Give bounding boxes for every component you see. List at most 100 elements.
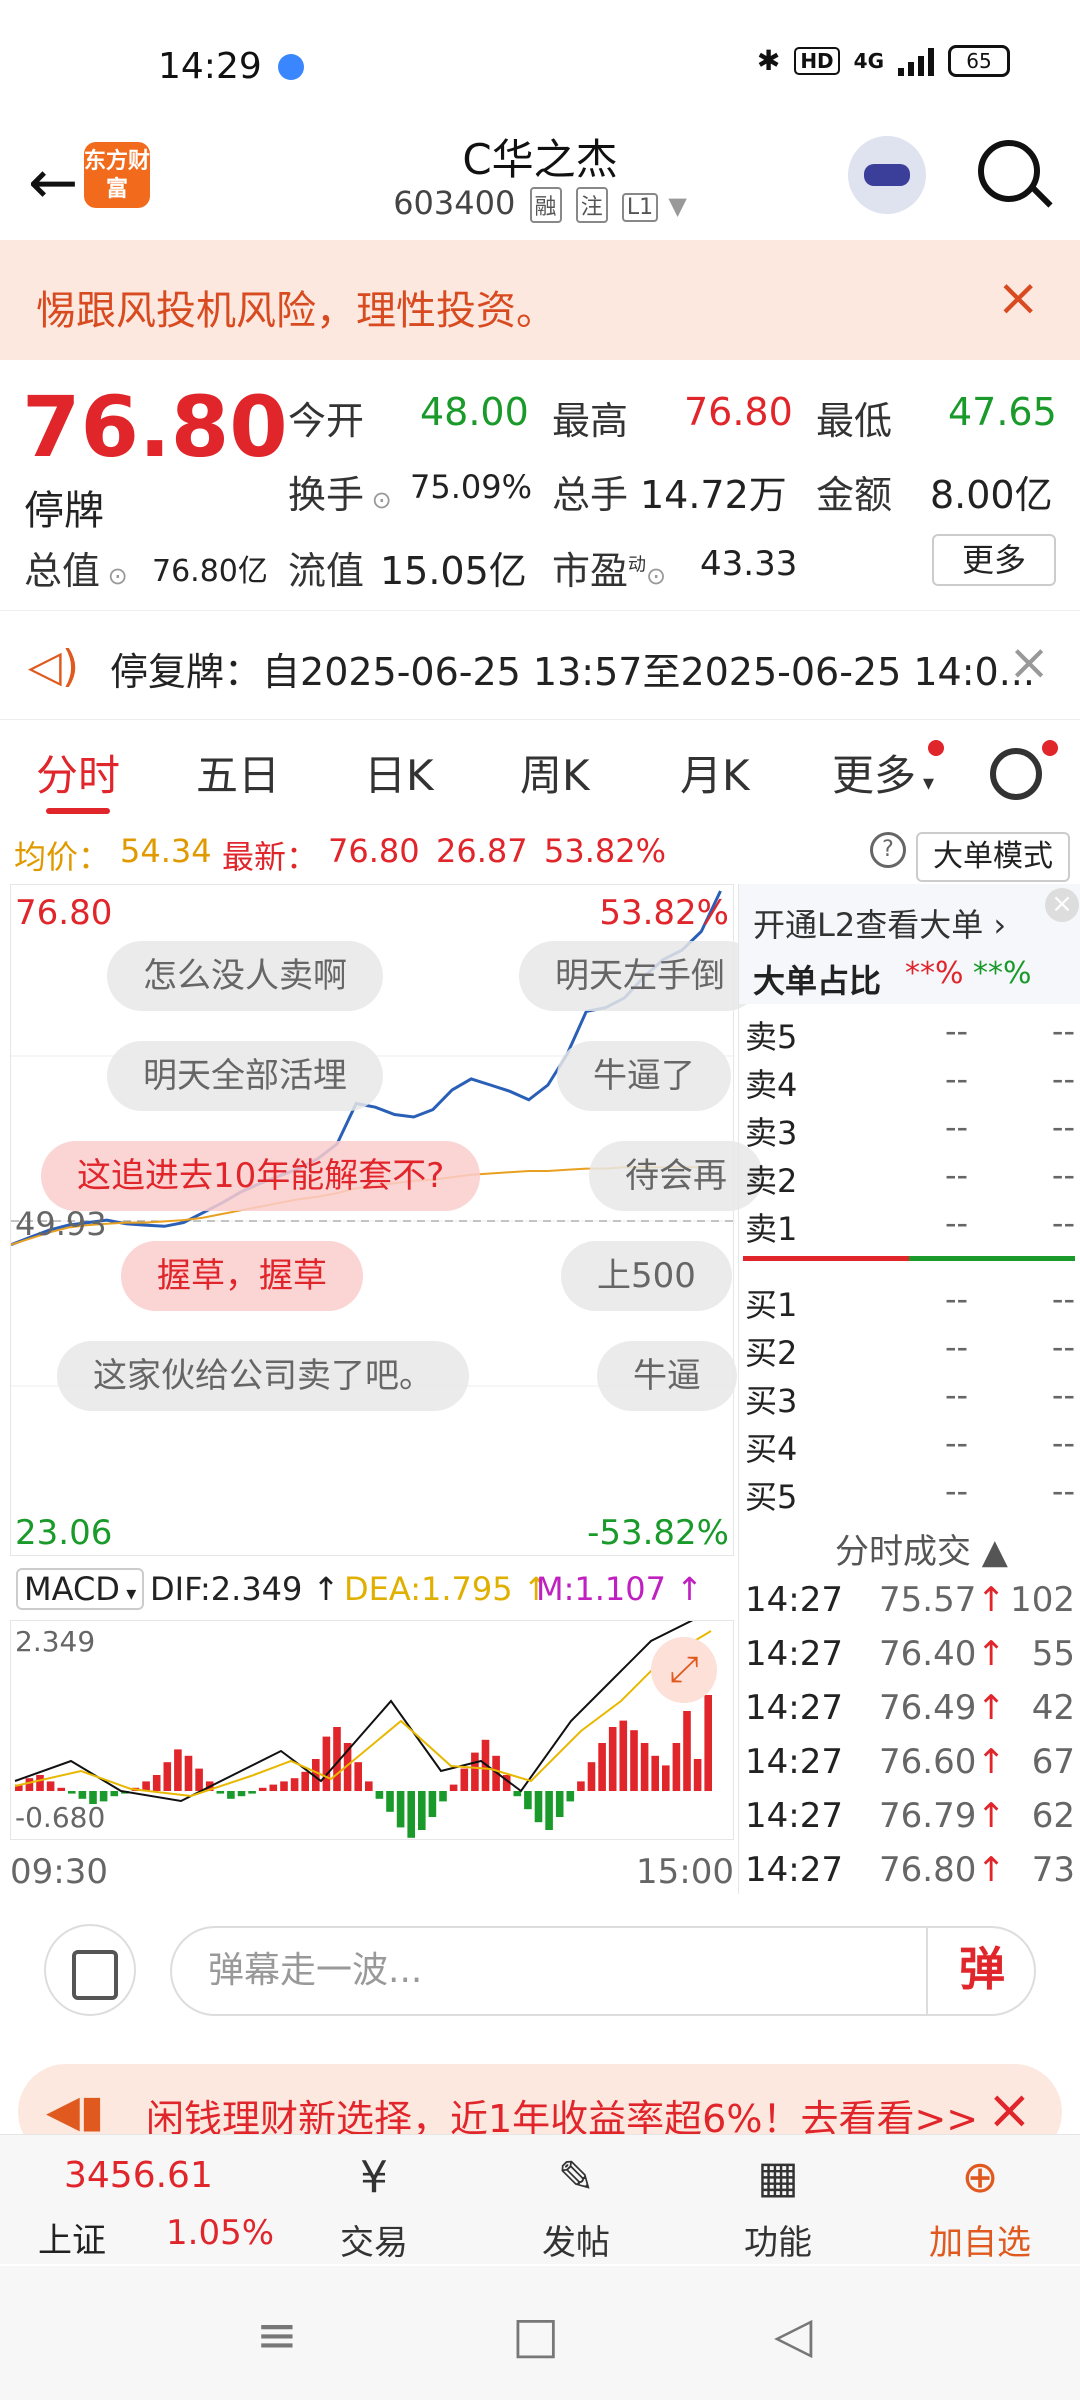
signal-icon xyxy=(898,46,934,76)
macd-histogram-bar xyxy=(36,1775,44,1791)
nav-post[interactable]: ✎ 发帖 xyxy=(506,2151,646,2264)
macd-histogram-bar xyxy=(471,1752,479,1791)
field-value-open: 48.00 xyxy=(420,390,529,434)
macd-histogram-bar xyxy=(407,1791,415,1838)
help-icon[interactable]: ? xyxy=(870,832,906,868)
macd-chart[interactable]: 2.349 -0.680 ⤢ xyxy=(10,1620,734,1840)
speaker-icon: ◁) xyxy=(28,641,80,692)
macd-histogram-bar xyxy=(608,1727,617,1791)
suspension-notice[interactable]: ◁) 停复牌：自2025-06-25 13:57至2025-06-25 14:0… xyxy=(0,610,1080,720)
macd-indicator-bar: MACD ▾ DIF:2.349 ↑ DEA:1.795 ↑ M:1.107 ↑ xyxy=(10,1560,734,1620)
field-label-low: 最低 xyxy=(816,399,893,443)
macd-histogram-bar xyxy=(513,1791,522,1797)
macd-select[interactable]: MACD ▾ xyxy=(16,1568,145,1610)
macd-m: M:1.107 ↑ xyxy=(536,1570,703,1608)
back-nav-icon[interactable]: ◁ xyxy=(774,2306,812,2364)
grid-icon: ▦ xyxy=(757,2152,799,2203)
macd-bottom-label: -0.680 xyxy=(15,1801,106,1834)
macd-histogram-bar xyxy=(290,1778,299,1791)
close-icon[interactable]: × xyxy=(1045,888,1079,922)
more-button[interactable]: 更多 xyxy=(932,534,1056,586)
macd-histogram-bar xyxy=(534,1791,543,1823)
big-order-mode-button[interactable]: 大单模式 xyxy=(916,832,1070,882)
big-order-ratio-buy: **% xyxy=(905,956,964,991)
field-value-high: 76.80 xyxy=(684,390,793,434)
trades-title[interactable]: 分时成交 ▲ xyxy=(835,1524,1008,1573)
nav-functions[interactable]: ▦ 功能 xyxy=(708,2151,848,2264)
intraday-chart[interactable]: 76.80 53.82% 49.93 23.06 -53.82% 怎么没人卖啊 … xyxy=(10,884,763,1556)
y-bottom-label: 23.06 xyxy=(15,1513,113,1553)
macd-histogram-bar xyxy=(301,1771,309,1791)
field-value-float-value: 15.05亿 xyxy=(380,549,527,593)
macd-dif: DIF:2.349 ↑ xyxy=(150,1570,340,1608)
macd-histogram-bar xyxy=(449,1784,458,1791)
network-label: 4G xyxy=(853,48,884,73)
macd-histogram-bar xyxy=(428,1791,437,1817)
macd-histogram-bar xyxy=(25,1778,34,1791)
macd-histogram-bar xyxy=(269,1784,278,1791)
notification-dot xyxy=(928,740,944,756)
assistant-robot-icon[interactable] xyxy=(848,136,926,214)
tab-more[interactable]: 更多 ▾ xyxy=(832,742,934,803)
danmaku-bubble: 上500 xyxy=(561,1241,732,1311)
macd-histogram-bar xyxy=(418,1791,426,1830)
home-icon[interactable]: □ xyxy=(512,2306,559,2364)
danmaku-input[interactable]: 弹幕走一波... xyxy=(170,1926,1036,2016)
nav-add-watchlist[interactable]: ⊕ 加自选 xyxy=(910,2151,1050,2264)
latest-value: 76.80 xyxy=(328,832,420,870)
macd-histogram-bar xyxy=(248,1791,256,1794)
status-bar: 14:29 ✱ HD 4G 65 xyxy=(0,0,1080,120)
macd-histogram-bar xyxy=(396,1791,405,1828)
danmaku-bubble: 怎么没人卖啊 xyxy=(107,941,383,1011)
macd-histogram-bar xyxy=(57,1787,65,1791)
macd-histogram-bar xyxy=(174,1749,182,1791)
danmaku-send-button[interactable]: 弹 xyxy=(926,1926,1036,2016)
tab-monthly-k[interactable]: 月K xyxy=(680,742,750,803)
macd-histogram-bar xyxy=(555,1791,564,1817)
bottom-nav: 3456.61 上证 1.05% ¥ 交易 ✎ 发帖 ▦ 功能 ⊕ 加自选 xyxy=(0,2134,1080,2264)
field-value-low: 47.65 xyxy=(948,390,1057,434)
macd-histogram-bar xyxy=(237,1791,246,1797)
tab-weekly-k[interactable]: 周K xyxy=(520,742,590,803)
bluetooth-icon: ✱ xyxy=(756,44,781,77)
field-value-total-value: 76.80亿 xyxy=(152,554,268,589)
close-icon[interactable]: × xyxy=(996,268,1040,328)
macd-histogram-bar xyxy=(640,1743,649,1791)
menu-icon[interactable]: ≡ xyxy=(256,2306,298,2364)
close-icon[interactable]: × xyxy=(987,2078,1032,2141)
danmaku-bubble: 牛逼了 xyxy=(557,1041,731,1111)
macd-chart-svg xyxy=(14,1621,712,1838)
chevron-down-icon[interactable]: ▼ xyxy=(668,192,686,220)
danmaku-bubble: 明天左手倒 xyxy=(519,941,761,1011)
notice-text: 停复牌：自2025-06-25 13:57至2025-06-25 14:0... xyxy=(110,650,1035,694)
gear-icon[interactable] xyxy=(990,748,1042,800)
macd-histogram-bar xyxy=(110,1791,119,1797)
macd-histogram-bar xyxy=(524,1791,532,1810)
close-icon[interactable]: × xyxy=(1008,633,1050,691)
field-label-open: 今开 xyxy=(288,399,365,443)
tab-five-day[interactable]: 五日 xyxy=(196,742,280,803)
y-top-label: 76.80 xyxy=(15,893,113,933)
stock-header: ← 东方财富 C华之杰 603400 融 注 L1 ▼ xyxy=(0,120,1080,240)
time-axis: 09:30 15:00 xyxy=(10,1846,734,1896)
macd-histogram-bar xyxy=(587,1762,596,1791)
macd-histogram-bar xyxy=(672,1743,681,1791)
macd-histogram-bar xyxy=(577,1781,585,1791)
macd-histogram-bar xyxy=(460,1768,469,1791)
plus-circle-icon: ⊕ xyxy=(961,2152,999,2203)
field-value-turnover: 75.09% xyxy=(410,468,533,506)
l2-upgrade-link[interactable]: 开通L2查看大单 › xyxy=(753,900,1006,946)
index-name: 上证 xyxy=(38,2221,106,2261)
tab-daily-k[interactable]: 日K xyxy=(364,742,434,803)
macd-histogram-bar xyxy=(619,1720,628,1791)
nav-trade[interactable]: ¥ 交易 xyxy=(304,2151,444,2264)
expand-icon[interactable]: ⤢ xyxy=(651,1637,717,1703)
y-bottom-pct-label: -53.82% xyxy=(587,1513,729,1553)
danmaku-settings-icon[interactable] xyxy=(44,1924,136,2016)
tab-intraday[interactable]: 分时 xyxy=(36,742,120,803)
danmaku-bubble: 明天全部活埋 xyxy=(107,1041,383,1111)
danmaku-input-bar: 弹幕走一波... 弹 xyxy=(0,1900,1080,2040)
avg-value: 54.34 xyxy=(120,832,212,870)
search-icon[interactable] xyxy=(978,140,1040,202)
macd-histogram-bar xyxy=(46,1781,55,1791)
